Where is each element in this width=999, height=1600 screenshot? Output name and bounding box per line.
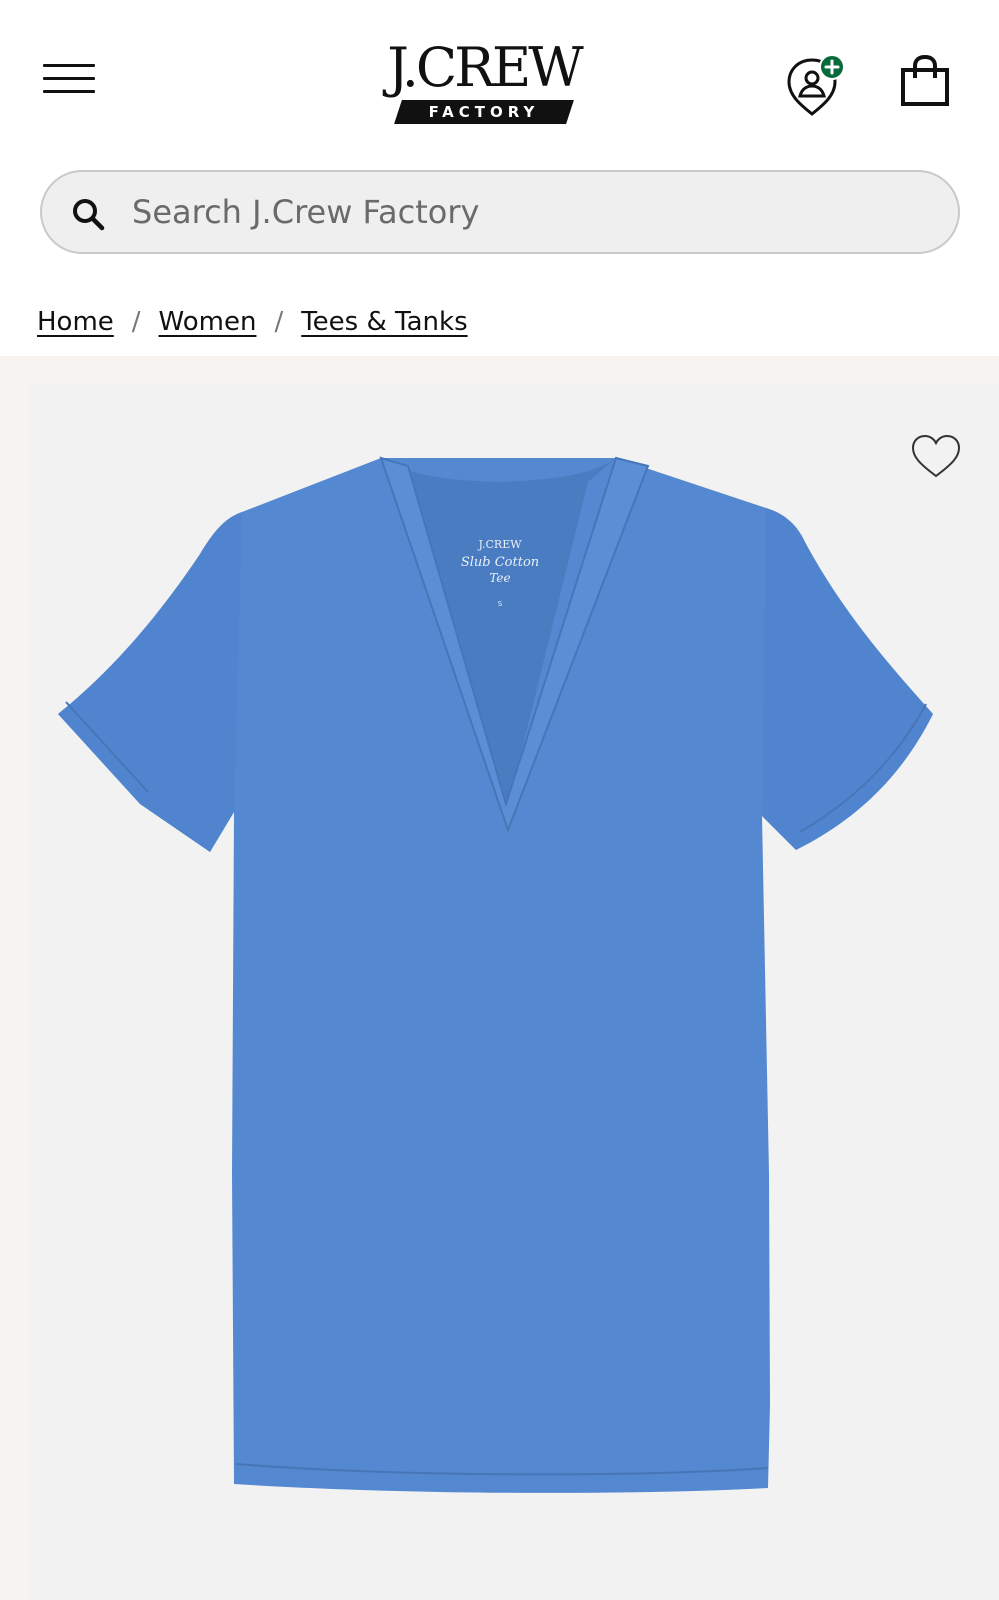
product-image: J.CREW Slub Cotton Tee S [58, 456, 933, 1493]
breadcrumb-home[interactable]: Home [37, 307, 114, 337]
heart-outline-icon[interactable] [908, 432, 964, 482]
logo-subtext: FACTORY [428, 103, 540, 121]
tag-size: S [498, 600, 503, 608]
breadcrumb-tees-tanks[interactable]: Tees & Tanks [301, 307, 467, 337]
search-icon [73, 199, 105, 231]
product-image-frame[interactable]: J.CREW Slub Cotton Tee S [28, 384, 999, 1600]
menu-line [43, 77, 95, 80]
rewards-plus-icon[interactable] [786, 52, 848, 118]
breadcrumb-separator: / [274, 307, 284, 337]
breadcrumb: Home / Women / Tees & Tanks [37, 302, 468, 342]
tag-style: Slub Cotton [461, 555, 539, 570]
search-input[interactable] [132, 184, 922, 240]
hamburger-menu-icon[interactable] [40, 58, 98, 98]
menu-line [43, 64, 95, 67]
tag-brand: J.CREW [477, 538, 522, 551]
tag-style2: Tee [489, 571, 510, 585]
jcrew-factory-logo[interactable]: J.CREW FACTORY [364, 36, 604, 128]
product-hero: J.CREW Slub Cotton Tee S [0, 356, 999, 1600]
logo-wordmark: J.CREW [387, 36, 584, 99]
shopping-bag-icon[interactable] [898, 52, 954, 110]
site-header: J.CREW FACTORY [0, 0, 999, 160]
search-bar[interactable] [40, 170, 960, 254]
menu-line [43, 90, 95, 93]
breadcrumb-women[interactable]: Women [159, 307, 257, 337]
breadcrumb-separator: / [131, 307, 141, 337]
